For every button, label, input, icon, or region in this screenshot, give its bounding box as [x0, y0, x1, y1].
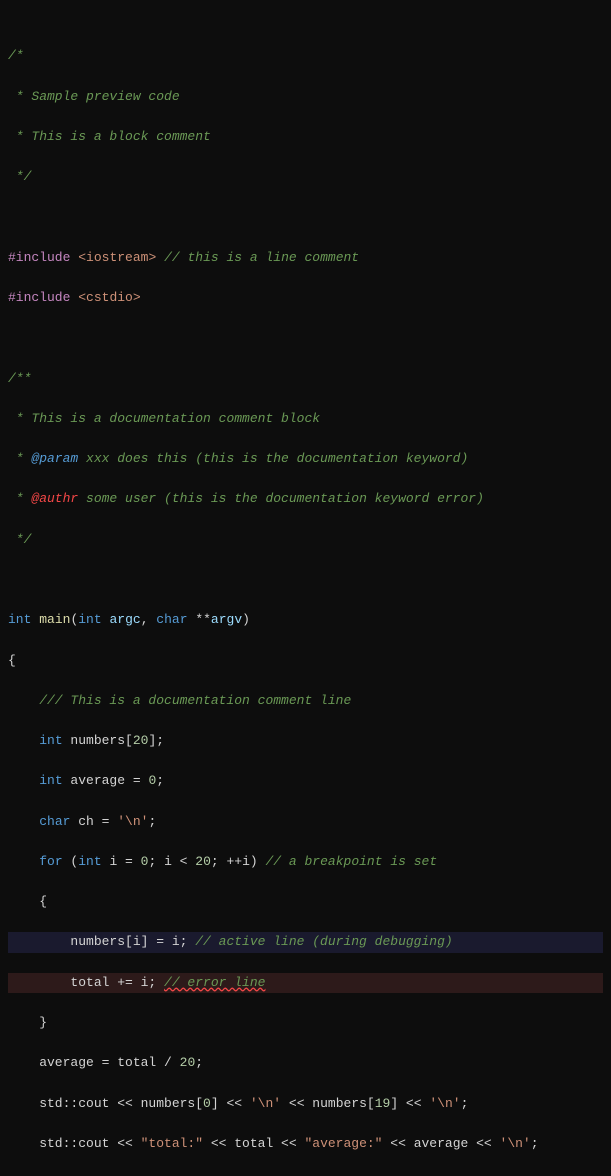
line-18: int numbers[20]; — [8, 731, 603, 751]
code-editor: /* * Sample preview code * This is a blo… — [0, 0, 611, 1176]
line-17: /// This is a documentation comment line — [8, 691, 603, 711]
line-13: */ — [8, 530, 603, 550]
line-25: } — [8, 1013, 603, 1033]
line-23: numbers[i] = i; // active line (during d… — [8, 932, 603, 952]
line-26: average = total / 20; — [8, 1053, 603, 1073]
line-20: char ch = '\n'; — [8, 812, 603, 832]
line-14 — [8, 570, 603, 590]
line-27: std::cout << numbers[0] << '\n' << numbe… — [8, 1094, 603, 1114]
line-15: int main(int argc, char **argv) — [8, 610, 603, 630]
line-4: */ — [8, 167, 603, 187]
line-6: #include <iostream> // this is a line co… — [8, 248, 603, 268]
line-24: total += i; // error line — [8, 973, 603, 993]
line-22: { — [8, 892, 603, 912]
line-3: * This is a block comment — [8, 127, 603, 147]
line-16: { — [8, 651, 603, 671]
line-12: * @authr some user (this is the document… — [8, 489, 603, 509]
line-29: std::cout << "Press any key..." << '\n'; — [8, 1174, 603, 1176]
line-8 — [8, 328, 603, 348]
line-21: for (int i = 0; i < 20; ++i) // a breakp… — [8, 852, 603, 872]
line-19: int average = 0; — [8, 771, 603, 791]
line-10: * This is a documentation comment block — [8, 409, 603, 429]
line-1: /* — [8, 46, 603, 66]
line-9: /** — [8, 369, 603, 389]
line-7: #include <cstdio> — [8, 288, 603, 308]
line-28: std::cout << "total:" << total << "avera… — [8, 1134, 603, 1154]
line-2: * Sample preview code — [8, 87, 603, 107]
line-5 — [8, 207, 603, 227]
line-11: * @param xxx does this (this is the docu… — [8, 449, 603, 469]
